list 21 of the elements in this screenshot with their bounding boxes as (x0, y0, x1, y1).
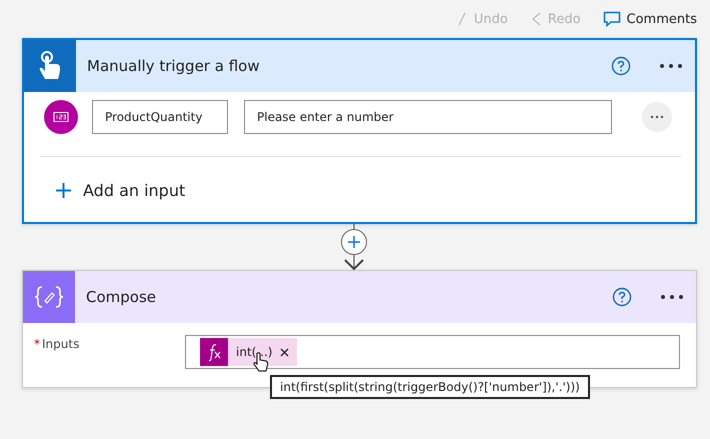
plus-icon (56, 183, 71, 198)
help-icon[interactable] (612, 287, 632, 307)
connector-drawing[interactable] (340, 224, 368, 270)
toolbar-button[interactable]: Comments (602, 11, 697, 27)
undo-icon (456, 12, 468, 26)
more-icon (650, 115, 664, 119)
card-title: Compose (86, 288, 158, 306)
number-icon (44, 100, 78, 134)
redo-icon (530, 12, 542, 26)
comment-icon (602, 11, 621, 27)
input-hint-field[interactable]: Please enter a number (244, 100, 612, 134)
add-input-button[interactable]: Add an input (56, 181, 186, 200)
close-icon[interactable] (280, 348, 290, 356)
input-name-field[interactable]: ProductQuantity (92, 100, 228, 134)
card-title: Manually trigger a flow (87, 57, 261, 75)
tooltip: int(first(split(string(triggerBody()?['number']),'.'))) (270, 375, 590, 399)
field-label: * Inputs (34, 336, 80, 353)
function-icon (200, 338, 228, 366)
help-icon[interactable] (611, 56, 631, 76)
more-icon[interactable] (659, 63, 683, 69)
more-icon[interactable] (660, 294, 684, 300)
